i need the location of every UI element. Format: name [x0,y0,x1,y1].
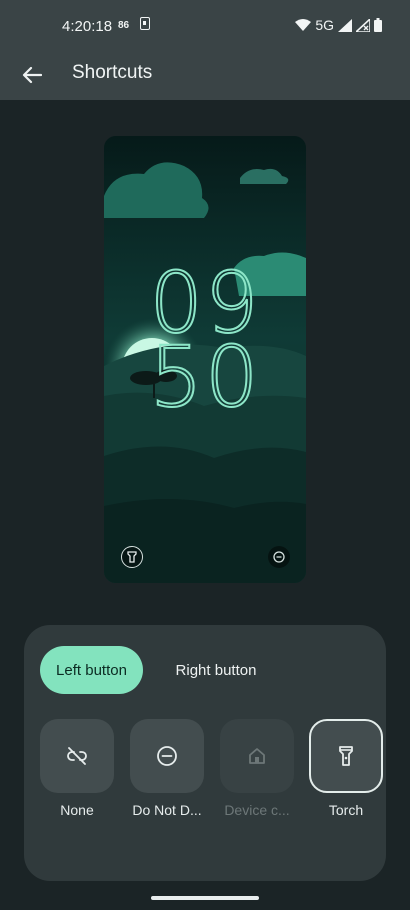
option-torch[interactable]: Torch [309,719,383,818]
lock-clock: 09 50 [104,260,306,426]
link-off-icon [67,747,87,765]
option-torch-label: Torch [328,802,364,818]
do-not-disturb-icon [273,551,285,563]
option-do-not-disturb[interactable]: Do Not D... [130,719,204,818]
signal-icon [338,18,352,32]
status-badge: 86 [118,20,130,31]
tab-right-button[interactable]: Right button [162,646,270,694]
do-not-disturb-icon [157,746,177,766]
signal-no-data-icon [356,18,370,32]
clock-minutes: 50 [149,328,261,426]
tab-left-button[interactable]: Left button [40,646,143,694]
status-bar: 4:20:18 86 5G [0,0,410,50]
flashlight-icon [339,746,353,766]
arrow-back-icon [22,66,42,84]
flashlight-icon [127,551,137,563]
option-do-not-disturb-label: Do Not D... [132,802,202,818]
option-none-label: None [60,802,94,818]
app-notification-icon [140,17,150,30]
app-bar: Shortcuts [0,50,410,100]
preview-left-shortcut [121,546,143,568]
status-time: 4:20:18 [62,18,113,35]
option-none[interactable]: None [40,719,114,818]
gesture-navigation-bar[interactable] [151,896,259,900]
back-button[interactable] [12,55,52,95]
preview-right-shortcut [268,546,290,568]
lock-screen-preview: 09 50 [104,136,306,583]
option-do-not-disturb-tile[interactable] [130,719,204,793]
home-icon [249,748,265,764]
status-icons: 5G [295,17,382,33]
network-type-label: 5G [315,17,334,33]
battery-icon [374,18,382,32]
option-device-controls: Device c... [220,719,294,818]
wifi-icon [295,19,312,31]
option-none-tile[interactable] [40,719,114,793]
page-title: Shortcuts [72,62,153,83]
option-device-controls-tile [220,719,294,793]
shortcut-picker-panel: Left button Right button None Do Not D..… [24,625,386,881]
option-torch-tile[interactable] [309,719,383,793]
screen: 4:20:18 86 5G Shortcuts 09 50 Left butto… [0,0,410,910]
option-device-controls-label: Device c... [224,802,290,818]
